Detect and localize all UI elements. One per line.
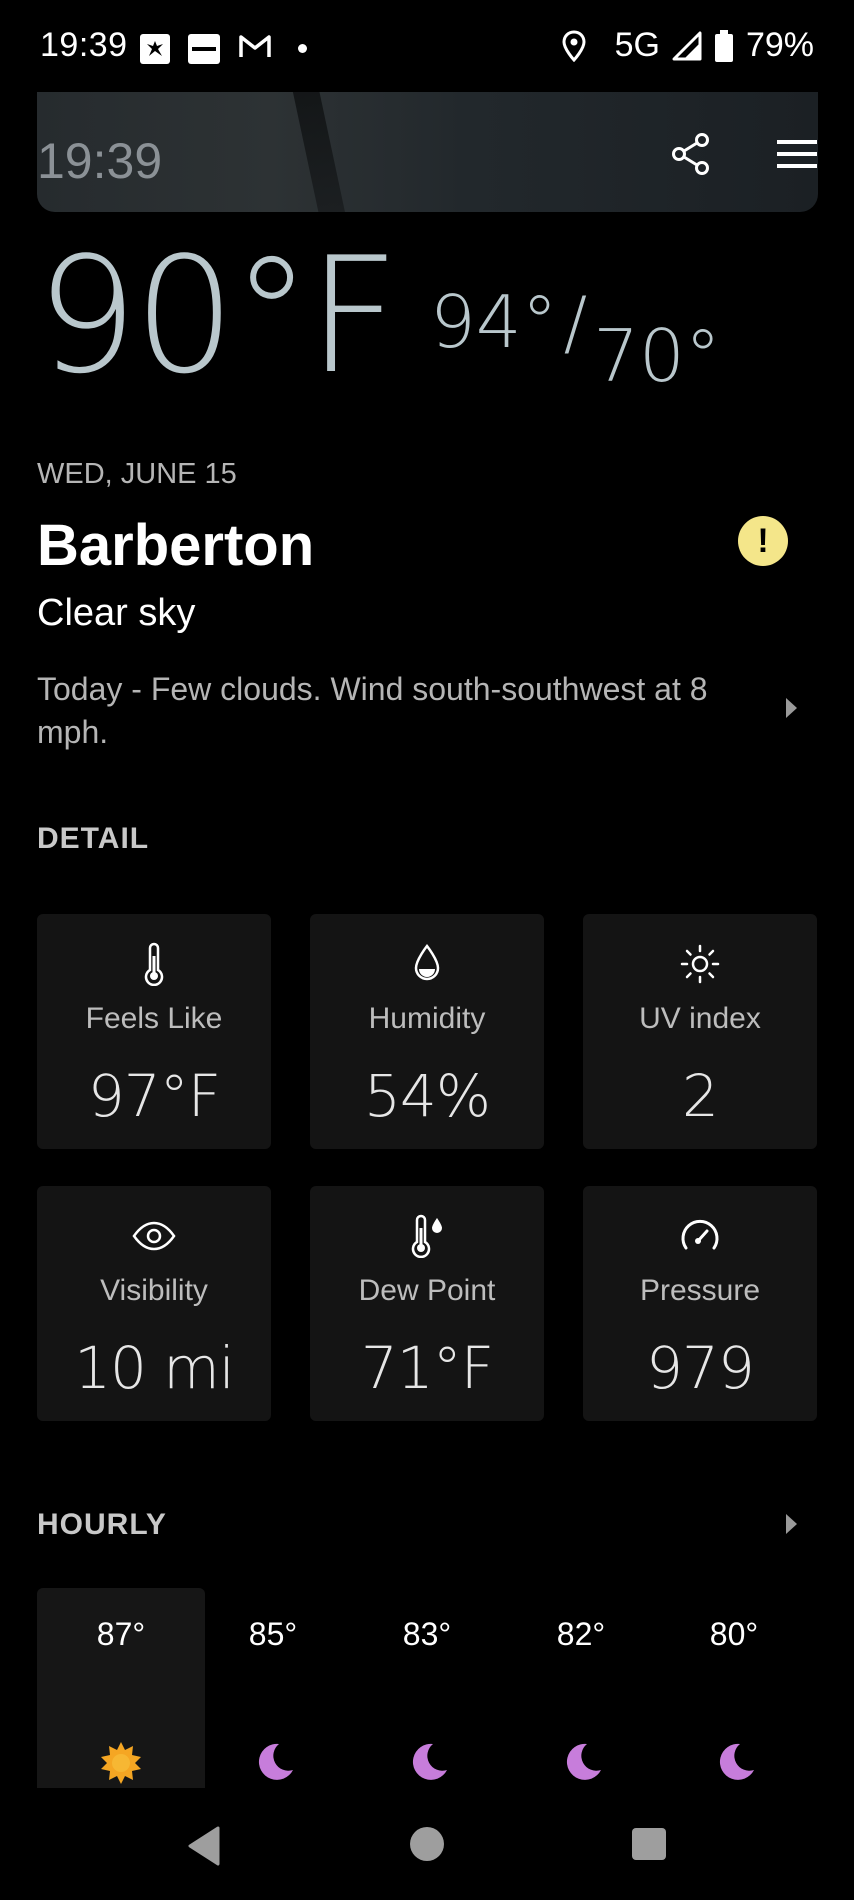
tile-value: 54% [364,1062,491,1130]
tile-label: Feels Like [85,1002,223,1035]
back-icon[interactable] [186,1826,220,1866]
recent-apps-icon[interactable] [632,1828,666,1860]
thermometer-icon [144,942,164,986]
jcpenney-icon [140,33,170,64]
weather-alert-icon[interactable]: ! [738,516,788,566]
tile-value: 71°F [360,1334,494,1402]
moon-icon [258,1743,293,1780]
tile-pressure[interactable]: Pressure 979 [583,1186,817,1421]
status-right: 5G 79% [561,26,814,65]
status-time: 19:39 [40,26,128,64]
tile-humidity[interactable]: Humidity 54% [310,914,544,1149]
gmail-icon [238,32,272,65]
tile-visibility[interactable]: Visibility 10 mi [37,1186,271,1421]
tile-uv-index[interactable]: UV index 2 [583,914,817,1149]
forecast-summary[interactable]: Today - Few clouds. Wind south-southwest… [37,668,767,753]
weather-app: 19:39 5G 79% 19:39 90°F 94°/70° WED, JUN… [0,0,854,1900]
hourly-item[interactable]: 85° [189,1588,357,1788]
hourly-item[interactable]: 80° [650,1588,818,1788]
hourly-temp: 83° [402,1616,452,1652]
hourly-temp: 87° [96,1616,146,1652]
tile-label: UV index [639,1002,761,1035]
header-time: 19:39 [37,133,163,189]
location-icon [562,29,586,62]
dew-point-icon [411,1214,442,1258]
tile-value: 97°F [87,1062,221,1130]
background-image [291,92,349,212]
hourly-item[interactable]: 83° [343,1588,511,1788]
tile-label: Humidity [368,1002,486,1035]
detail-section-title: DETAIL [37,822,150,855]
hourly-item[interactable]: 87° [37,1588,205,1788]
tile-dew-point[interactable]: Dew Point 71°F [310,1186,544,1421]
high-low-separator: / [563,282,588,364]
water-drop-icon [414,943,440,981]
status-bar: 19:39 5G 79% [0,0,854,92]
hourly-temp: 82° [556,1616,606,1652]
menu-icon [777,140,817,168]
hourly-forecast: 87° 85° 83° 82° 80° [37,1588,818,1788]
hourly-temp: 80° [709,1616,759,1652]
sun-icon [680,944,720,984]
tile-value: 10 mi [74,1334,235,1402]
home-icon[interactable] [410,1827,444,1861]
high-low-temperature: 94°/70° [430,280,721,398]
moon-icon [719,1743,754,1780]
tile-feels-like[interactable]: Feels Like 97°F [37,914,271,1149]
summary-chevron-icon[interactable] [786,698,797,718]
dot-icon [298,44,307,53]
header-card: 19:39 [37,92,818,212]
network-type: 5G [614,26,660,64]
high-temperature: 94° [430,280,558,364]
tile-label: Pressure [639,1274,761,1307]
kohls-icon [188,33,220,64]
gauge-icon [681,1219,719,1250]
menu-button[interactable] [775,136,818,172]
navigation-bar [0,1790,854,1900]
city-name: Barberton [37,513,315,578]
current-date: WED, JUNE 15 [37,458,237,490]
share-button[interactable] [669,132,713,176]
sun-icon [101,1742,141,1784]
tile-value: 2 [682,1062,719,1130]
hourly-chevron-icon[interactable] [786,1514,797,1534]
current-temperature: 90°F [36,222,400,409]
notification-icons [140,32,307,65]
eye-icon [132,1221,176,1251]
hourly-item[interactable]: 82° [497,1588,665,1788]
battery-icon [714,29,733,62]
tile-value: 979 [646,1334,755,1402]
current-condition: Clear sky [37,592,196,634]
low-temperature: 70° [593,314,721,398]
tile-label: Visibility [100,1274,208,1307]
hourly-temp: 85° [248,1616,298,1652]
battery-percent: 79% [745,26,814,64]
share-icon [672,133,709,175]
hourly-section-title: HOURLY [37,1508,167,1541]
tile-label: Dew Point [358,1274,496,1307]
signal-icon [672,31,702,60]
moon-icon [566,1743,601,1780]
moon-icon [412,1743,447,1780]
